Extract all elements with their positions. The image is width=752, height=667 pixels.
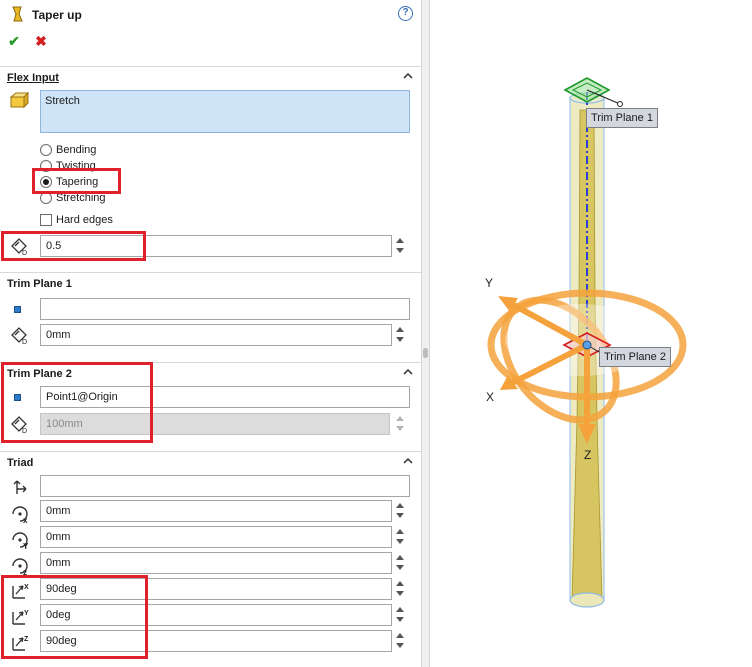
stretching-label: Stretching: [56, 192, 106, 204]
ok-button[interactable]: ✔: [6, 33, 22, 49]
collapse-chevron-icon[interactable]: [401, 365, 415, 379]
trim-plane-2-entity[interactable]: Point1@Origin: [46, 391, 118, 403]
x-rotation-icon: X: [12, 584, 29, 599]
stretching-radio[interactable]: [40, 192, 52, 204]
triad-y-position[interactable]: 0mm: [46, 531, 70, 543]
taper-factor-input[interactable]: 0.5: [40, 235, 392, 257]
trim-plane-2-entity-input[interactable]: Point1@Origin: [40, 386, 410, 408]
triad-x-position-spinner[interactable]: [395, 500, 406, 522]
feature-title: Taper up: [32, 8, 82, 22]
triad-x-position-input[interactable]: 0mm: [40, 500, 392, 522]
triad-z-position-spinner[interactable]: [395, 552, 406, 574]
bodies-selection-icon: [9, 92, 29, 109]
svg-text:x: x: [23, 516, 28, 524]
triad-x-label: X: [486, 390, 495, 404]
trim-plane-1-offset-input[interactable]: 0mm: [40, 324, 392, 346]
triad-title: Triad: [7, 457, 34, 469]
trim-plane-1-offset[interactable]: 0mm: [46, 329, 70, 341]
trim-plane-2-offset-spinner: [395, 413, 406, 435]
triad-z-position-input[interactable]: 0mm: [40, 552, 392, 574]
trim-plane-2-offset-input: 100mm: [40, 413, 390, 435]
bending-label: Bending: [56, 144, 97, 156]
point-entity-icon: [14, 394, 21, 401]
z-rotation-icon: Z: [12, 636, 29, 651]
flex-feature-icon: [12, 6, 23, 22]
triad-z-rotation-input[interactable]: 90deg: [40, 630, 392, 652]
help-icon[interactable]: ?: [398, 6, 413, 21]
triad-y-rotation-spinner[interactable]: [395, 604, 406, 626]
collapse-chevron-icon[interactable]: [401, 69, 415, 83]
model-view[interactable]: [430, 0, 752, 667]
taper-factor-value[interactable]: 0.5: [46, 240, 61, 252]
trim-plane-1-offset-spinner[interactable]: [395, 324, 406, 346]
point-entity-icon: [14, 306, 21, 313]
graphics-area[interactable]: Trim Plane 1 Trim Plane 2 Y X Z: [430, 0, 752, 667]
svg-text:D: D: [22, 428, 27, 434]
triad-y-position-spinner[interactable]: [395, 526, 406, 548]
svg-text:D: D: [22, 250, 27, 256]
triad-z-rotation-spinner[interactable]: [395, 630, 406, 652]
offset-distance-icon: D: [11, 416, 27, 434]
property-manager: Taper up ? ✔ ✖ Flex Input Stretch Bendin…: [0, 0, 421, 667]
triad-x-rotation-spinner[interactable]: [395, 578, 406, 600]
splitter-grip[interactable]: [423, 348, 428, 358]
trim-plane-2-callout: Trim Plane 2: [599, 347, 671, 367]
hard-edges-checkbox[interactable]: [40, 214, 52, 226]
triad-y-rotation-input[interactable]: 0deg: [40, 604, 392, 626]
triad-x-rotation[interactable]: 90deg: [46, 583, 77, 595]
triad-entity-input[interactable]: [40, 475, 410, 497]
svg-text:D: D: [22, 339, 27, 345]
triad-x-position[interactable]: 0mm: [46, 505, 70, 517]
svg-text:Y: Y: [24, 610, 29, 617]
bending-radio[interactable]: [40, 144, 52, 156]
trim-plane-1-title: Trim Plane 1: [7, 278, 72, 290]
trim-plane-2-offset: 100mm: [46, 418, 83, 430]
svg-text:X: X: [24, 584, 29, 591]
offset-distance-icon: D: [11, 327, 27, 345]
hard-edges-label: Hard edges: [56, 214, 113, 226]
z-position-icon: z: [12, 558, 28, 576]
trim-plane-1-header[interactable]: Trim Plane 1: [0, 272, 421, 294]
trim-plane-2-header[interactable]: Trim Plane 2: [0, 362, 421, 384]
trim-plane-1-entity-input[interactable]: [40, 298, 410, 320]
tapering-label: Tapering: [56, 176, 99, 188]
triad-origin: [582, 340, 592, 350]
rod-bottom-edge: [569, 592, 605, 608]
triad-z-label: Z: [584, 448, 592, 462]
trim-plane-2-title: Trim Plane 2: [7, 368, 72, 380]
svg-text:z: z: [23, 568, 27, 576]
triad-x-rotation-input[interactable]: 90deg: [40, 578, 392, 600]
tapering-radio[interactable]: [40, 176, 52, 188]
triad-z-position[interactable]: 0mm: [46, 557, 70, 569]
panel-splitter[interactable]: [421, 0, 430, 667]
y-position-icon: Y: [12, 532, 29, 550]
taper-factor-icon: D: [11, 238, 27, 256]
triad-header[interactable]: Triad: [0, 451, 421, 473]
twisting-radio[interactable]: [40, 160, 52, 172]
triad-axes-icon: [13, 480, 27, 494]
triad-y-label: Y: [485, 276, 494, 290]
bodies-to-flex-list[interactable]: Stretch: [40, 90, 410, 133]
flex-input-title: Flex Input: [7, 72, 59, 84]
cancel-button[interactable]: ✖: [33, 33, 49, 49]
collapse-chevron-icon[interactable]: [401, 454, 415, 468]
triad-y-position-input[interactable]: 0mm: [40, 526, 392, 548]
y-rotation-icon: Y: [12, 610, 29, 625]
flex-input-header[interactable]: Flex Input: [0, 66, 421, 88]
triad-y-rotation[interactable]: 0deg: [46, 609, 70, 621]
svg-text:Z: Z: [24, 636, 29, 643]
twisting-label: Twisting: [56, 160, 96, 172]
triad-z-rotation[interactable]: 90deg: [46, 635, 77, 647]
taper-factor-spinner[interactable]: [395, 235, 406, 257]
selected-body[interactable]: Stretch: [45, 95, 80, 107]
trim-plane-1-callout: Trim Plane 1: [586, 108, 658, 128]
x-position-icon: x: [12, 506, 28, 524]
svg-text:Y: Y: [23, 542, 29, 550]
